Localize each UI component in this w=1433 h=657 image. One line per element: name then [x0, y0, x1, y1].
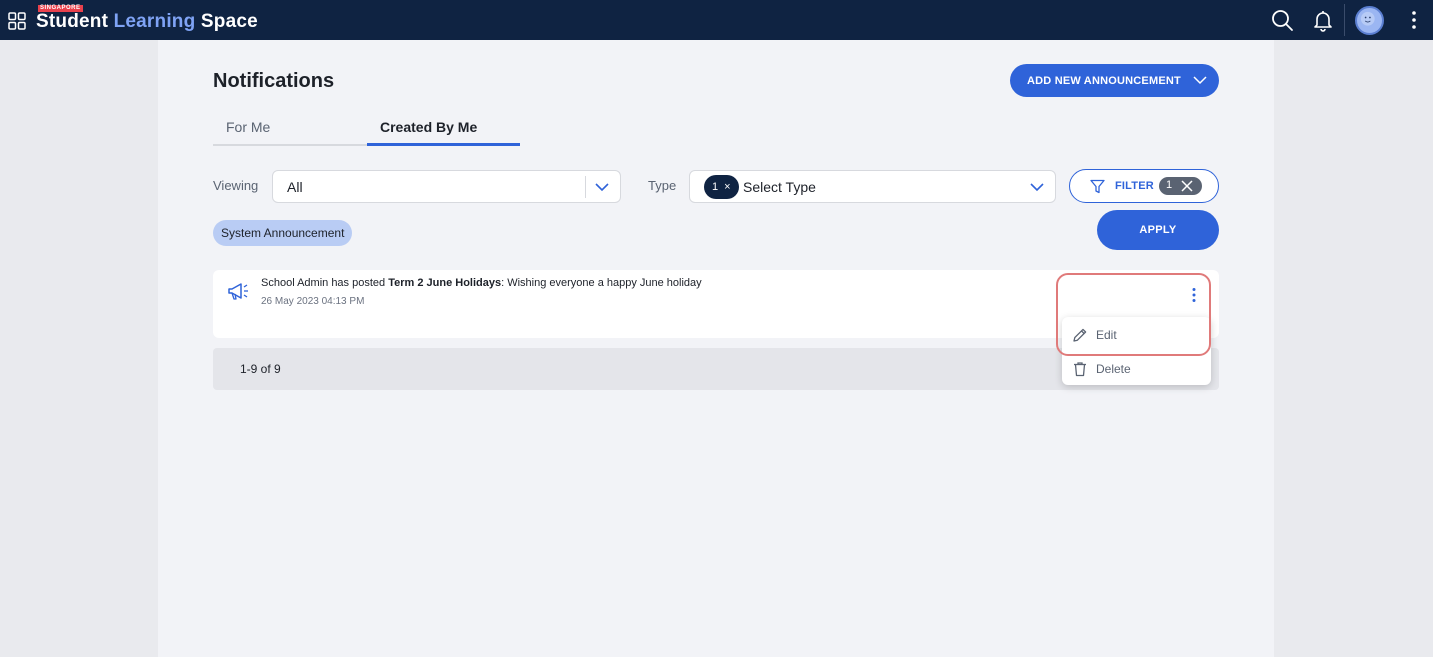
filter-count-badge: 1 [1159, 177, 1202, 195]
notifications-panel: Notifications ADD NEW ANNOUNCEMENT For M… [158, 40, 1274, 657]
edit-menu-item[interactable]: Edit [1062, 318, 1211, 352]
bell-icon[interactable] [1311, 8, 1335, 32]
trash-icon [1074, 362, 1086, 377]
system-announcement-chip[interactable]: System Announcement [213, 220, 353, 246]
pencil-icon [1073, 328, 1087, 342]
delete-menu-item[interactable]: Delete [1062, 352, 1211, 386]
add-new-announcement-label: ADD NEW ANNOUNCEMENT [1027, 74, 1181, 87]
more-vertical-icon[interactable] [1404, 10, 1424, 30]
viewing-select[interactable]: All [272, 170, 621, 203]
clear-filter-icon[interactable] [1181, 180, 1193, 192]
type-count-chip: 1 × [704, 175, 739, 199]
chevron-down-icon [595, 183, 609, 192]
notification-timestamp: 26 May 2023 04:13 PM [261, 296, 365, 307]
notification-context-menu: Edit Delete [1062, 317, 1211, 385]
top-navigation-bar: SINGAPORE Student Learning Space [0, 0, 1433, 40]
type-select-placeholder: Select Type [743, 179, 816, 195]
pagination-text: 1-9 of 9 [240, 362, 281, 376]
type-select[interactable]: 1 × Select Type [689, 170, 1056, 203]
viewing-label: Viewing [213, 178, 259, 193]
chevron-down-icon [1193, 76, 1207, 85]
add-new-announcement-button[interactable]: ADD NEW ANNOUNCEMENT [1010, 64, 1219, 97]
avatar[interactable] [1355, 6, 1384, 35]
delete-label: Delete [1096, 362, 1131, 376]
edit-label: Edit [1096, 328, 1117, 342]
search-icon[interactable] [1270, 8, 1294, 32]
more-vertical-icon[interactable] [1188, 287, 1200, 303]
filter-button[interactable]: FILTER 1 [1069, 169, 1219, 203]
notification-message: School Admin has posted Term 2 June Holi… [261, 277, 702, 289]
type-count: 1 [712, 181, 719, 193]
tab-created-by-me[interactable]: Created By Me [367, 116, 520, 146]
clear-type-icon[interactable]: × [724, 181, 730, 193]
megaphone-icon [228, 283, 248, 300]
select-separator [585, 176, 586, 198]
topbar-divider [1344, 4, 1345, 36]
filter-label: FILTER [1115, 180, 1154, 192]
brand-name: Student Learning Space [36, 11, 258, 32]
notification-tabs: For Me Created By Me [213, 116, 520, 146]
type-label: Type [648, 178, 677, 193]
tab-for-me[interactable]: For Me [213, 116, 367, 146]
chevron-down-icon [1030, 183, 1044, 192]
filter-count: 1 [1166, 179, 1173, 191]
notification-title: Term 2 June Holidays [388, 277, 502, 289]
apply-button[interactable]: APPLY [1097, 210, 1219, 250]
viewing-select-value: All [287, 179, 303, 195]
filter-funnel-icon [1090, 179, 1105, 194]
apps-grid-icon[interactable] [8, 12, 26, 30]
page-title: Notifications [213, 70, 335, 92]
